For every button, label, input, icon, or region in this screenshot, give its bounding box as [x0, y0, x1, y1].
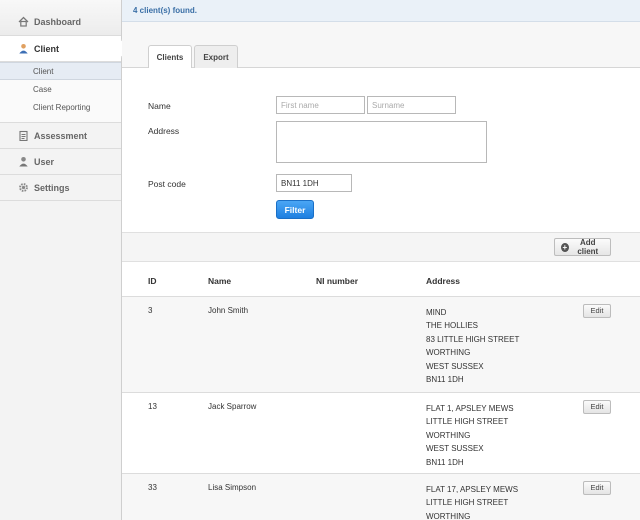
client-ni-number	[316, 392, 426, 474]
tab-bar: Clients Export	[122, 22, 640, 69]
results-count-message: 4 client(s) found.	[133, 6, 197, 15]
home-icon	[18, 16, 29, 27]
add-client-label: Add client	[577, 238, 599, 256]
column-header-id: ID	[122, 262, 208, 297]
client-address: FLAT 17, APSLEY MEWS LITTLE HIGH STREET …	[426, 473, 583, 520]
sidebar-item-user[interactable]: User	[0, 149, 121, 175]
client-submenu: Client Case Client Reporting	[0, 62, 121, 123]
table-header-row: ID Name NI number Address	[122, 262, 640, 297]
sidebar-item-dashboard[interactable]: Dashboard	[0, 0, 121, 36]
address-line: WORTHING	[426, 348, 471, 358]
row-actions: Edit	[583, 296, 640, 393]
address-line: THE HOLLIES	[426, 321, 479, 331]
sidebar-item-settings[interactable]: Settings	[0, 175, 121, 201]
tab-clients[interactable]: Clients	[148, 45, 192, 69]
address-line: LITTLE HIGH STREET	[426, 417, 509, 427]
sidebar: Dashboard Client Client Case Client Repo…	[0, 0, 122, 520]
client-name: John Smith	[208, 296, 316, 393]
client-address: MIND THE HOLLIES 83 LITTLE HIGH STREET W…	[426, 296, 583, 393]
gear-icon	[18, 182, 29, 193]
column-header-name: Name	[208, 262, 316, 297]
client-id: 13	[122, 392, 208, 474]
column-header-ni-number: NI number	[316, 262, 426, 297]
client-name: Lisa Simpson	[208, 473, 316, 520]
client-id: 33	[122, 473, 208, 520]
plus-circle-icon: +	[561, 242, 569, 252]
address-line: FLAT 17, APSLEY MEWS	[426, 484, 519, 494]
edit-button[interactable]: Edit	[583, 480, 611, 495]
sidebar-item-label: Assessment	[34, 130, 88, 141]
action-bar: + Add client	[122, 232, 640, 262]
results-info-bar: 4 client(s) found.	[122, 0, 640, 22]
address-line: WEST SUSSEX	[426, 361, 484, 371]
client-ni-number	[316, 296, 426, 393]
address-line: BN11 1DH	[426, 457, 464, 467]
subitem-case[interactable]: Case	[0, 80, 121, 98]
address-line: BN11 1DH	[426, 375, 464, 385]
table-row: 33 Lisa Simpson FLAT 17, APSLEY MEWS LIT…	[122, 473, 640, 520]
table-row: 13 Jack Sparrow FLAT 1, APSLEY MEWS LITT…	[122, 392, 640, 474]
postcode-input[interactable]	[276, 174, 352, 192]
row-actions: Edit	[583, 392, 640, 474]
user-icon	[18, 156, 29, 167]
client-address: FLAT 1, APSLEY MEWS LITTLE HIGH STREET W…	[426, 392, 583, 474]
add-client-button[interactable]: + Add client	[554, 238, 611, 256]
sidebar-item-assessment[interactable]: Assessment	[0, 123, 121, 149]
column-header-actions	[583, 262, 640, 297]
address-line: WEST SUSSEX	[426, 444, 484, 454]
column-header-address: Address	[426, 262, 583, 297]
surname-input[interactable]	[367, 96, 456, 114]
address-label: Address	[148, 126, 180, 136]
edit-button[interactable]: Edit	[583, 399, 611, 414]
filter-button[interactable]: Filter	[276, 200, 314, 219]
address-line: LITTLE HIGH STREET	[426, 498, 509, 508]
address-line: 83 LITTLE HIGH STREET	[426, 334, 520, 344]
sidebar-item-label: Settings	[34, 182, 70, 193]
sidebar-item-label: Client	[34, 43, 60, 54]
address-textarea[interactable]	[276, 121, 487, 163]
postcode-label: Post code	[148, 179, 186, 189]
main-content: 4 client(s) found. Clients Export Name A…	[122, 0, 640, 520]
clients-table: ID Name NI number Address 3 John Smith M…	[122, 262, 640, 520]
address-line: WORTHING	[426, 430, 471, 440]
subitem-client[interactable]: Client	[0, 62, 121, 80]
user-icon	[18, 43, 29, 54]
address-line: FLAT 1, APSLEY MEWS	[426, 403, 514, 413]
edit-button[interactable]: Edit	[583, 303, 611, 318]
name-label: Name	[148, 101, 171, 111]
client-id: 3	[122, 296, 208, 393]
first-name-input[interactable]	[276, 96, 365, 114]
sidebar-item-label: User	[34, 156, 55, 167]
clipboard-icon	[18, 130, 29, 141]
client-name: Jack Sparrow	[208, 392, 316, 474]
sidebar-item-client[interactable]: Client	[0, 36, 121, 62]
sidebar-item-label: Dashboard	[34, 16, 82, 27]
row-actions: Edit	[583, 473, 640, 520]
filter-form: Name Address Post code Filter	[122, 68, 640, 232]
subitem-client-reporting[interactable]: Client Reporting	[0, 98, 121, 116]
table-row: 3 John Smith MIND THE HOLLIES 83 LITTLE …	[122, 296, 640, 393]
address-line: MIND	[426, 307, 447, 317]
address-line: WORTHING	[426, 511, 471, 520]
tab-export[interactable]: Export	[194, 45, 238, 69]
client-ni-number	[316, 473, 426, 520]
